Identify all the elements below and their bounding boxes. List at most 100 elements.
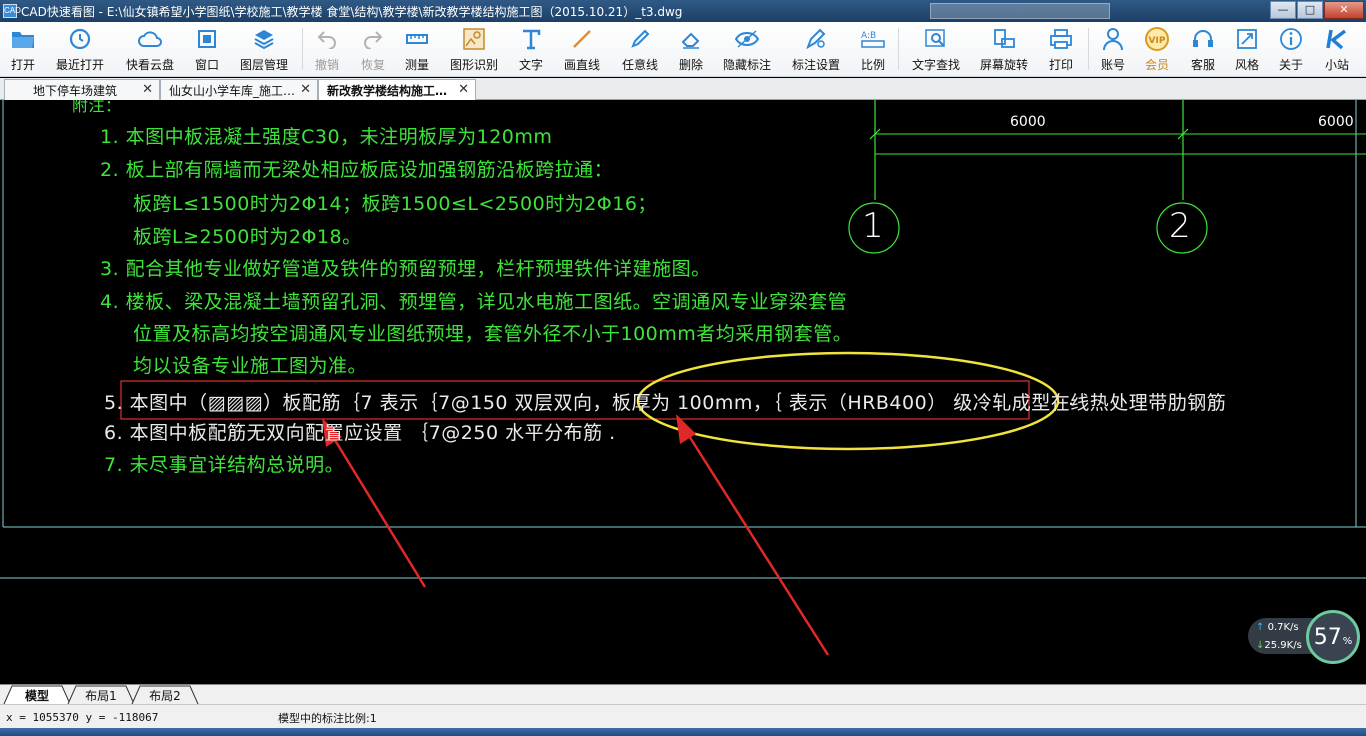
window-icon xyxy=(194,26,220,52)
cloud-drive-label: 快看云盘 xyxy=(125,58,174,72)
annotation-settings-button[interactable]: 标注设置 xyxy=(788,24,844,74)
style-label: 风格 xyxy=(1234,58,1259,72)
axis-number-1: 1 xyxy=(862,206,884,246)
draw-line-button[interactable]: 画直线 xyxy=(560,24,604,74)
shape-recognition-button[interactable]: 图形识别 xyxy=(446,24,502,74)
measure-label: 测量 xyxy=(404,58,429,72)
note-line-1: 1. 本图中板混凝土强度C30，未注明板厚为120mm xyxy=(100,126,553,148)
network-speed-widget[interactable]: ↑ 0.7K/s ↓25.9K/s 57% xyxy=(1248,606,1360,664)
delete-button[interactable]: 删除 xyxy=(674,24,708,74)
open-label: 打开 xyxy=(10,58,35,72)
printer-icon xyxy=(1048,26,1074,52)
print-label: 打印 xyxy=(1048,58,1073,72)
vip-icon: VIP xyxy=(1144,26,1170,52)
minimize-button[interactable]: — xyxy=(1270,1,1296,19)
maximize-button[interactable]: □ xyxy=(1297,1,1323,19)
note-line-2: 2. 板上部有隔墙而无梁处相应板底设加强钢筋沿板跨拉通： xyxy=(100,159,614,181)
vip-label: 会员 xyxy=(1144,58,1169,72)
download-speed: ↓25.9K/s xyxy=(1256,640,1302,651)
layout-tab-layout1[interactable]: 布局1 xyxy=(78,686,124,704)
eye-icon xyxy=(734,26,760,52)
info-icon xyxy=(1278,26,1304,52)
window-title: CAD快速看图 - E:\仙女镇希望小学图纸\学校施工\教学楼 食堂\结构\教学… xyxy=(21,4,683,19)
tab-label: 新改教学楼结构施工… xyxy=(327,83,448,98)
cursor-coordinates: x = 1055370 y = -118067 xyxy=(6,711,159,724)
text-search-icon xyxy=(923,26,949,52)
app-logo-icon: CAD xyxy=(3,4,21,18)
tab-school-garage[interactable]: 仙女山小学车库_施工… ✕ xyxy=(160,79,318,100)
scale-icon: A:B xyxy=(860,26,886,52)
about-button[interactable]: 关于 xyxy=(1274,24,1308,74)
scale-button[interactable]: A:B 比例 xyxy=(856,24,890,74)
close-button[interactable]: ✕ xyxy=(1324,1,1364,19)
tab-label: 地下停车场建筑 xyxy=(33,83,118,98)
layout-tab-model[interactable]: 模型 xyxy=(14,686,60,704)
shape-recognition-label: 图形识别 xyxy=(449,58,498,72)
window-button[interactable]: 窗口 xyxy=(190,24,224,74)
about-label: 关于 xyxy=(1278,58,1303,72)
rotate-screen-label: 屏幕旋转 xyxy=(979,58,1028,72)
note-line-3: 3. 配合其他专业做好管道及铁件的预留预埋，栏杆预埋铁件详建施图。 xyxy=(100,258,711,280)
style-button[interactable]: 风格 xyxy=(1230,24,1264,74)
download-value: 25.9 xyxy=(1264,640,1287,651)
freehand-line-label: 任意线 xyxy=(621,58,658,72)
svg-text:A:B: A:B xyxy=(861,31,876,41)
headset-icon xyxy=(1190,26,1216,52)
layer-manager-label: 图层管理 xyxy=(239,58,288,72)
layout-tab-layout2[interactable]: 布局2 xyxy=(142,686,188,704)
clock-icon xyxy=(67,26,93,52)
note-line-5: 5. 本图中（▨▨▨）板配筋｛7 表示｛7@150 双层双向，板厚为 100mm… xyxy=(104,392,1227,414)
account-label: 账号 xyxy=(1100,58,1125,72)
memory-gauge: 57% xyxy=(1306,610,1360,664)
close-icon[interactable]: ✕ xyxy=(142,82,153,97)
title-search-box[interactable] xyxy=(930,3,1110,19)
upload-unit: K/s xyxy=(1283,622,1299,633)
hide-annotations-button[interactable]: 隐藏标注 xyxy=(720,24,774,74)
text-button[interactable]: 文字 xyxy=(514,24,548,74)
undo-button[interactable]: 撤销 xyxy=(310,24,344,74)
close-icon[interactable]: ✕ xyxy=(458,82,469,97)
red-arrow-right xyxy=(682,427,830,656)
recent-open-button[interactable]: 最近打开 xyxy=(52,24,108,74)
freehand-line-button[interactable]: 任意线 xyxy=(618,24,662,74)
cloud-drive-button[interactable]: 快看云盘 xyxy=(122,24,178,74)
tab-teaching-building[interactable]: 新改教学楼结构施工… ✕ xyxy=(318,79,476,100)
dimension-label-1: 6000 xyxy=(1010,114,1046,130)
customer-service-button[interactable]: 客服 xyxy=(1186,24,1220,74)
window-label: 窗口 xyxy=(194,58,219,72)
window-controls: — □ ✕ xyxy=(1270,1,1364,19)
pen-icon xyxy=(627,26,653,52)
annotation-settings-icon xyxy=(803,26,829,52)
vip-button[interactable]: VIP 会员 xyxy=(1140,24,1174,74)
layout-tab-bar: 模型 布局1 布局2 xyxy=(0,684,1366,705)
cad-viewer-window: CAD CAD快速看图 - E:\仙女镇希望小学图纸\学校施工\教学楼 食堂\结… xyxy=(0,0,1366,736)
title-bar: CAD CAD快速看图 - E:\仙女镇希望小学图纸\学校施工\教学楼 食堂\结… xyxy=(0,0,1366,22)
annotation-scale-text: 模型中的标注比例:1 xyxy=(278,712,377,725)
k-logo-icon xyxy=(1324,26,1350,52)
layer-manager-button[interactable]: 图层管理 xyxy=(236,24,292,74)
rotate-screen-icon xyxy=(991,26,1017,52)
redo-button[interactable]: 恢复 xyxy=(356,24,390,74)
gauge-value: 57 xyxy=(1313,624,1342,650)
text-search-button[interactable]: 文字查找 xyxy=(908,24,964,74)
drawing-canvas[interactable]: 附注： 1. 本图中板混凝土强度C30，未注明板厚为120mm 2. 板上部有隔… xyxy=(0,100,1366,684)
tab-label: 仙女山小学车库_施工… xyxy=(169,83,296,98)
undo-label: 撤销 xyxy=(314,58,339,72)
user-icon xyxy=(1100,26,1126,52)
shape-recognition-icon xyxy=(461,26,487,52)
note-line-4a: 位置及标高均按空调通风专业图纸预埋，套管外径不小于100mm者均采用钢套管。 xyxy=(133,323,853,345)
rotate-screen-button[interactable]: 屏幕旋转 xyxy=(976,24,1032,74)
note-line-5-dot: . xyxy=(1068,388,1075,410)
account-button[interactable]: 账号 xyxy=(1096,24,1130,74)
print-button[interactable]: 打印 xyxy=(1044,24,1078,74)
delete-label: 删除 xyxy=(678,58,703,72)
open-button[interactable]: 打开 xyxy=(4,24,42,74)
mini-site-button[interactable]: 小站 xyxy=(1320,24,1354,74)
close-icon[interactable]: ✕ xyxy=(300,82,311,97)
text-icon xyxy=(518,26,544,52)
hide-annotations-label: 隐藏标注 xyxy=(722,58,771,72)
tab-underground-parking[interactable]: 地下停车场建筑 ✕ xyxy=(4,79,160,100)
measure-button[interactable]: 测量 xyxy=(400,24,434,74)
recent-open-label: 最近打开 xyxy=(55,58,104,72)
upload-speed: ↑ 0.7K/s xyxy=(1256,622,1299,633)
